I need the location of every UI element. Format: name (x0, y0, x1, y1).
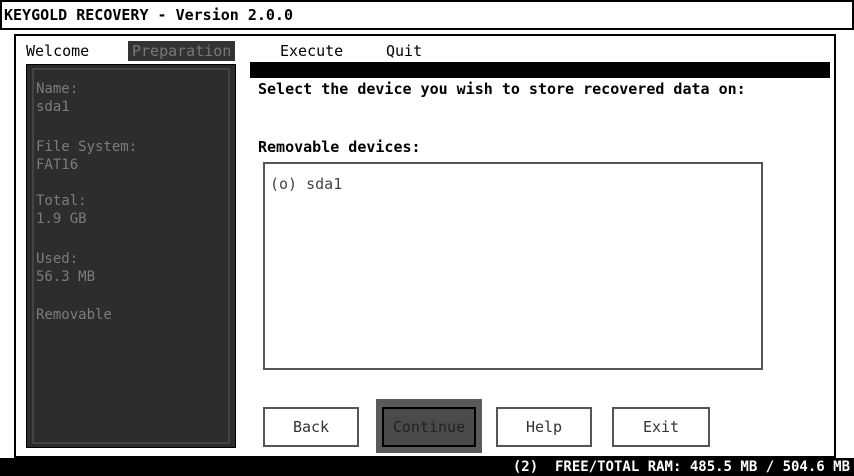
help-button[interactable]: Help (496, 407, 592, 447)
app-title: KEYGOLD RECOVERY - Version 2.0.0 (4, 6, 293, 24)
device-type: Removable (36, 307, 112, 323)
menu-divider (250, 62, 830, 78)
menu-quit[interactable]: Quit (382, 41, 426, 61)
exit-button[interactable]: Exit (612, 407, 710, 447)
devices-label: Removable devices: (258, 138, 421, 156)
name-value: sda1 (36, 99, 70, 115)
menu-preparation[interactable]: Preparation (128, 41, 236, 61)
ram-status: (2) FREE/TOTAL RAM: 485.5 MB / 504.6 MB (512, 459, 850, 475)
name-label: Name: (36, 81, 79, 97)
total-value: 1.9 GB (36, 211, 87, 227)
device-list[interactable] (263, 162, 763, 370)
filesystem-label: File System: (36, 139, 138, 155)
device-prompt: Select the device you wish to store reco… (258, 80, 746, 98)
used-label: Used: (36, 251, 79, 267)
device-radio-sda1[interactable]: (o) sda1 (270, 175, 342, 193)
total-label: Total: (36, 193, 87, 209)
menu-welcome[interactable]: Welcome (22, 41, 93, 61)
used-value: 56.3 MB (36, 269, 96, 285)
back-button[interactable]: Back (263, 407, 359, 447)
menu-execute[interactable]: Execute (276, 41, 347, 61)
filesystem-value: FAT16 (36, 157, 79, 173)
continue-button[interactable]: Continue (382, 407, 476, 447)
